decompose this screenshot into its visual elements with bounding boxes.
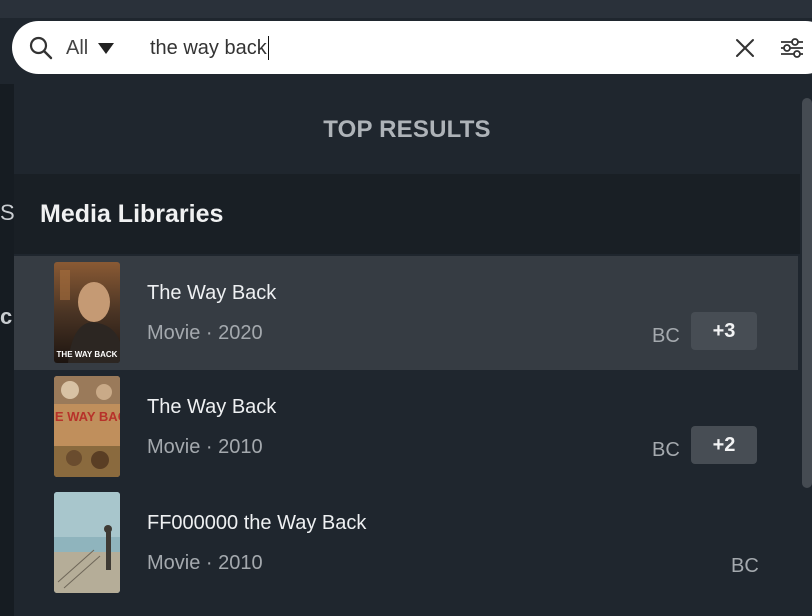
poster-thumbnail: THE WAY BACK [54, 262, 120, 363]
result-meta: Movie · 2010 [147, 552, 263, 574]
poster-thumbnail: THE WAY BACK [54, 376, 120, 477]
more-sources-badge[interactable]: +3 [691, 312, 757, 350]
result-title: The Way Back [147, 282, 277, 304]
server-label: BC [731, 555, 759, 577]
close-icon[interactable] [732, 35, 758, 61]
result-row[interactable]: THE WAY BACK The Way Back Movie · 2010 B… [14, 370, 798, 484]
top-app-strip [0, 0, 812, 18]
result-row[interactable]: FF000000 the Way Back Movie · 2010 BC [14, 486, 798, 600]
search-bar: All the way back [12, 21, 812, 74]
scrollbar-thumb[interactable] [802, 98, 812, 488]
background-content-edge: S c [0, 84, 15, 616]
more-sources-badge[interactable]: +2 [691, 426, 757, 464]
text-cursor [267, 36, 270, 60]
result-meta: Movie · 2020 [147, 322, 263, 344]
result-title: FF000000 the Way Back [147, 512, 367, 534]
background-text-fragment: c [0, 304, 13, 329]
poster-thumbnail [54, 492, 120, 593]
result-meta: Movie · 2010 [147, 436, 263, 458]
poster-title-art: THE WAY BACK [54, 409, 120, 424]
section-title-media-libraries: Media Libraries [14, 174, 800, 254]
search-input[interactable]: the way back [150, 33, 270, 63]
server-label: BC [652, 325, 680, 347]
search-scope-dropdown[interactable]: All [66, 34, 115, 62]
result-title: The Way Back [147, 396, 277, 418]
search-icon[interactable] [28, 35, 54, 61]
search-results-panel: TOP RESULTS Media Libraries THE WAY BACK… [14, 86, 800, 616]
top-results-header: TOP RESULTS [323, 116, 491, 143]
sliders-icon[interactable] [779, 36, 805, 60]
search-query-text: the way back [150, 36, 267, 59]
caret-down-icon [98, 42, 115, 54]
background-text-fragment: S [0, 200, 15, 225]
result-row[interactable]: THE WAY BACK The Way Back Movie · 2020 B… [14, 256, 798, 370]
search-scope-label: All [66, 36, 89, 59]
poster-title-art: THE WAY BACK [57, 350, 118, 359]
server-label: BC [652, 439, 680, 461]
